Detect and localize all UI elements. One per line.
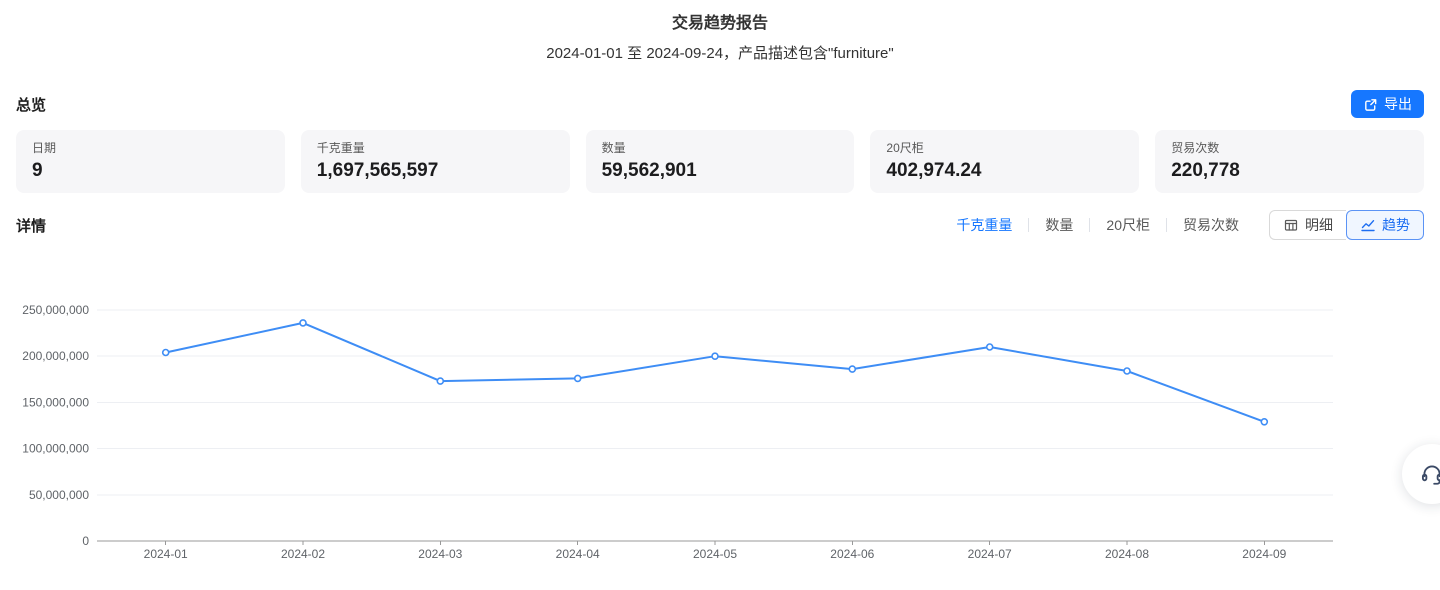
stat-card-date: 日期 9 — [16, 130, 285, 193]
details-section-label: 详情 — [16, 215, 46, 236]
data-point-marker[interactable] — [849, 366, 855, 372]
headset-icon — [1419, 461, 1440, 487]
overview-bar: 总览 导出 — [0, 90, 1440, 118]
metric-tab-20ft-container[interactable]: 20尺柜 — [1104, 215, 1152, 235]
stat-card-value: 59,562,901 — [602, 159, 839, 183]
x-axis-tick-label: 2024-02 — [281, 547, 325, 561]
stat-card-20ft-container: 20尺柜 402,974.24 — [870, 130, 1139, 193]
stat-card-label: 日期 — [32, 140, 269, 156]
x-axis-tick-label: 2024-07 — [968, 547, 1012, 561]
stat-card-trade-count: 贸易次数 220,778 — [1155, 130, 1424, 193]
stat-card-label: 20尺柜 — [886, 140, 1123, 156]
page-subtitle: 2024-01-01 至 2024-09-24，产品描述包含"furniture… — [0, 44, 1440, 64]
data-point-marker[interactable] — [712, 353, 718, 359]
stat-card-label: 数量 — [602, 140, 839, 156]
data-point-marker[interactable] — [437, 378, 443, 384]
view-toggle-group: 明细 趋势 — [1269, 210, 1424, 240]
tab-divider — [1089, 218, 1090, 232]
line-chart-icon — [1360, 217, 1376, 233]
stat-card-value: 402,974.24 — [886, 159, 1123, 183]
detail-view-button[interactable]: 明细 — [1269, 210, 1346, 240]
stat-card-value: 220,778 — [1171, 159, 1408, 183]
tab-divider — [1028, 218, 1029, 232]
y-axis-tick-label: 250,000,000 — [22, 303, 89, 317]
metric-tab-trade-count[interactable]: 贸易次数 — [1181, 215, 1241, 235]
y-axis-tick-label: 150,000,000 — [22, 395, 89, 409]
y-axis-tick-label: 0 — [82, 534, 89, 548]
detail-view-label: 明细 — [1305, 215, 1333, 235]
y-axis-tick-label: 200,000,000 — [22, 349, 89, 363]
y-axis-tick-label: 100,000,000 — [22, 442, 89, 456]
report-header: 交易趋势报告 2024-01-01 至 2024-09-24，产品描述包含"fu… — [0, 0, 1440, 64]
x-axis-tick-label: 2024-03 — [418, 547, 462, 561]
stat-card-value: 1,697,565,597 — [317, 159, 554, 183]
metric-tab-kg-weight[interactable]: 千克重量 — [954, 215, 1014, 235]
page-title: 交易趋势报告 — [0, 14, 1440, 34]
data-point-marker[interactable] — [1261, 419, 1267, 425]
metric-tabs: 千克重量 数量 20尺柜 贸易次数 — [954, 215, 1241, 235]
stat-card-quantity: 数量 59,562,901 — [586, 130, 855, 193]
details-bar: 详情 千克重量 数量 20尺柜 贸易次数 明细 趋势 — [0, 210, 1440, 240]
export-icon — [1363, 97, 1378, 112]
data-point-marker[interactable] — [987, 344, 993, 350]
x-axis-tick-label: 2024-05 — [693, 547, 737, 561]
x-axis-tick-label: 2024-06 — [830, 547, 874, 561]
export-button-label: 导出 — [1384, 94, 1412, 114]
trend-line — [166, 323, 1265, 422]
y-axis-tick-label: 50,000,000 — [29, 488, 89, 502]
trend-chart[interactable]: 0 50,000,000 100,000,000 150,000,000 200,000… — [0, 272, 1440, 590]
stat-card-kg-weight: 千克重量 1,697,565,597 — [301, 130, 570, 193]
x-axis-tick-label: 2024-01 — [144, 547, 188, 561]
overview-section-label: 总览 — [16, 94, 46, 115]
stat-cards-row: 日期 9 千克重量 1,697,565,597 数量 59,562,901 20… — [0, 130, 1440, 193]
export-button[interactable]: 导出 — [1351, 90, 1424, 118]
tab-divider — [1166, 218, 1167, 232]
stat-card-label: 贸易次数 — [1171, 140, 1408, 156]
metric-tab-quantity[interactable]: 数量 — [1043, 215, 1075, 235]
stat-card-value: 9 — [32, 159, 269, 183]
x-axis-tick-label: 2024-04 — [556, 547, 600, 561]
x-axis-tick-label: 2024-08 — [1105, 547, 1149, 561]
trend-chart-section: 0 50,000,000 100,000,000 150,000,000 200,000… — [0, 272, 1440, 590]
data-point-marker[interactable] — [163, 350, 169, 356]
data-point-marker[interactable] — [300, 320, 306, 326]
trend-view-button[interactable]: 趋势 — [1346, 210, 1424, 240]
data-point-marker[interactable] — [575, 375, 581, 381]
stat-card-label: 千克重量 — [317, 140, 554, 156]
trend-view-label: 趋势 — [1382, 215, 1410, 235]
x-axis-tick-label: 2024-09 — [1242, 547, 1286, 561]
data-point-marker[interactable] — [1124, 368, 1130, 374]
table-icon — [1283, 217, 1299, 233]
